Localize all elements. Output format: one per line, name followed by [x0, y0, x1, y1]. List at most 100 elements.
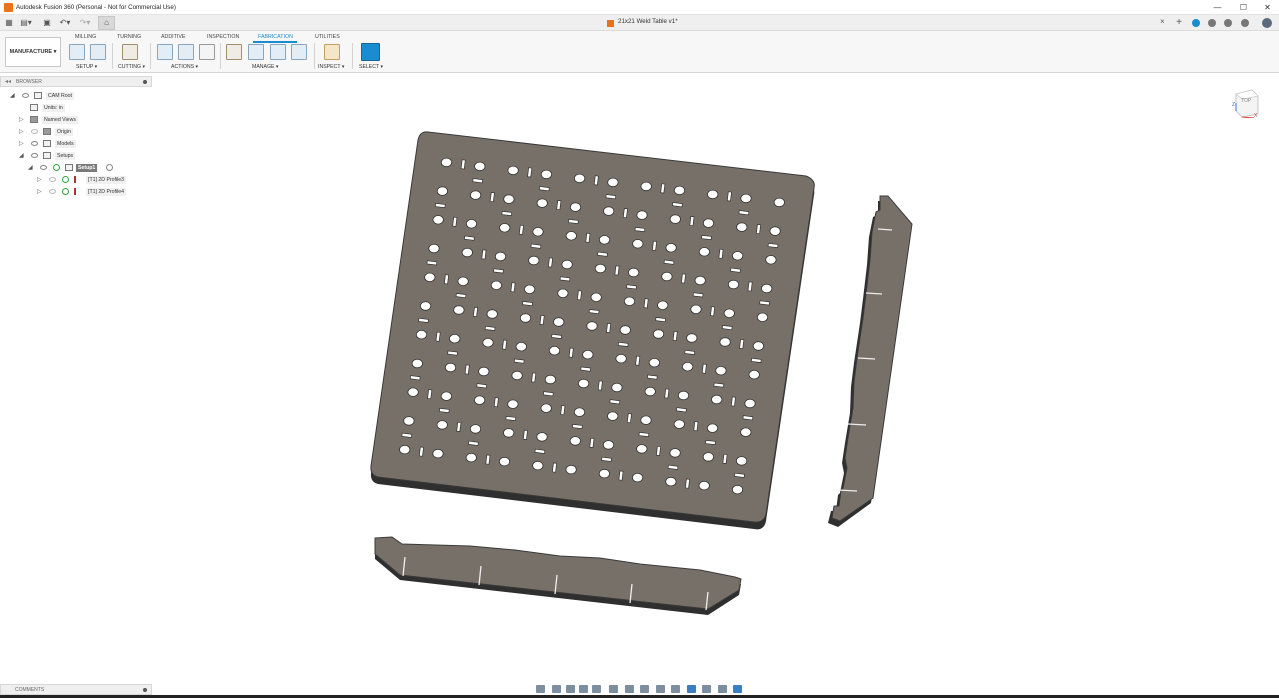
simulation-icon[interactable] — [671, 685, 680, 693]
weld-table-plate[interactable] — [370, 131, 815, 530]
plate-round-hole — [536, 198, 548, 208]
plate-round-hole — [644, 386, 656, 397]
plate-round-hole — [748, 370, 760, 380]
zoom-icon[interactable] — [579, 685, 588, 693]
viewcube[interactable]: TOP Z X — [1232, 88, 1260, 118]
plate-round-hole — [669, 448, 681, 458]
plate-round-hole — [403, 416, 415, 426]
plate-horizontal-slot — [705, 439, 716, 446]
plate-round-hole — [631, 472, 644, 483]
plate-horizontal-slot — [638, 431, 650, 438]
plate-vertical-slot — [510, 282, 516, 293]
plate-horizontal-slot — [426, 260, 438, 266]
viewcube-z-axis-label: Z — [1232, 102, 1235, 108]
plate-vertical-slot — [502, 339, 508, 350]
plate-round-hole — [469, 424, 482, 434]
pan-hand-icon[interactable] — [566, 685, 575, 693]
view-layout-icon[interactable] — [656, 685, 665, 693]
section-analysis-icon[interactable] — [718, 685, 727, 693]
plate-vertical-slot — [655, 445, 662, 456]
plate-round-hole — [603, 206, 615, 216]
plate-round-hole — [744, 398, 756, 409]
plate-round-hole — [436, 420, 448, 430]
plate-horizontal-slot — [734, 472, 745, 478]
orbit-move-icon[interactable] — [536, 685, 545, 693]
grid-settings-icon[interactable] — [625, 685, 634, 693]
plate-round-hole — [507, 165, 519, 176]
measure-tool-icon[interactable] — [702, 685, 711, 693]
plate-vertical-slot — [597, 380, 603, 391]
plate-round-hole — [611, 382, 623, 393]
plate-round-hole — [657, 300, 669, 311]
right-side-rail[interactable] — [828, 195, 913, 527]
plate-horizontal-slot — [672, 202, 683, 208]
plate-horizontal-slot — [713, 382, 725, 388]
viewports-icon[interactable] — [640, 685, 649, 693]
plate-round-hole — [411, 358, 423, 369]
plate-round-hole — [598, 468, 611, 479]
plate-horizontal-slot — [438, 407, 450, 414]
plate-vertical-slot — [684, 478, 691, 489]
plate-round-hole — [444, 362, 457, 373]
plate-horizontal-slot — [721, 325, 733, 331]
plate-horizontal-slot — [447, 350, 458, 356]
plate-round-hole — [735, 456, 748, 466]
plate-round-hole — [769, 226, 781, 236]
plate-round-hole — [607, 411, 619, 421]
plate-vertical-slot — [456, 421, 462, 432]
plate-round-hole — [482, 338, 494, 348]
comments-panel-header: COMMENTS — [0, 684, 152, 695]
plate-vertical-slot — [418, 446, 424, 457]
plate-vertical-slot — [755, 224, 762, 235]
plate-round-hole — [736, 222, 748, 232]
plate-round-hole — [490, 280, 502, 291]
plate-horizontal-slot — [617, 341, 629, 347]
look-at-icon[interactable] — [552, 685, 561, 693]
plate-round-hole — [761, 283, 773, 294]
plate-round-hole — [532, 460, 544, 471]
plate-round-hole — [619, 325, 631, 335]
plate-round-hole — [503, 428, 515, 438]
zoom-window-icon[interactable] — [592, 685, 601, 693]
plate-round-hole — [486, 309, 498, 319]
plate-horizontal-slot — [538, 186, 550, 192]
model-viewport[interactable] — [0, 0, 1279, 698]
plate-vertical-slot — [664, 388, 670, 399]
plate-vertical-slot — [547, 257, 554, 268]
plate-horizontal-slot — [588, 309, 600, 315]
plate-vertical-slot — [472, 306, 479, 318]
plate-horizontal-slot — [455, 293, 467, 299]
display-settings-icon[interactable] — [609, 685, 618, 693]
viewcube-face-label: TOP — [1241, 98, 1252, 104]
plate-round-hole — [469, 190, 482, 200]
plate-vertical-slot — [568, 347, 574, 358]
plate-round-hole — [523, 284, 536, 295]
plate-vertical-slot — [635, 355, 641, 366]
plate-round-hole — [436, 186, 448, 196]
plate-round-hole — [548, 346, 561, 356]
plate-horizontal-slot — [551, 333, 562, 339]
plate-round-hole — [457, 276, 469, 287]
plate-vertical-slot — [539, 314, 545, 326]
plate-round-hole — [756, 312, 769, 323]
plate-round-hole — [565, 231, 577, 241]
plate-horizontal-slot — [663, 259, 675, 265]
plate-vertical-slot — [460, 159, 466, 170]
plate-vertical-slot — [618, 470, 624, 481]
plate-round-hole — [399, 444, 411, 455]
plate-horizontal-slot — [609, 399, 621, 405]
environment-icon[interactable] — [687, 685, 696, 693]
plate-round-hole — [565, 464, 577, 475]
plate-round-hole — [540, 403, 552, 413]
plate-horizontal-slot — [505, 415, 517, 422]
comments-add-icon[interactable] — [143, 688, 147, 692]
plate-vertical-slot — [730, 396, 736, 407]
plate-vertical-slot — [747, 281, 753, 292]
camera-icon[interactable] — [733, 685, 742, 693]
plate-vertical-slot — [531, 372, 537, 383]
plate-vertical-slot — [560, 405, 566, 416]
plate-round-hole — [507, 399, 519, 409]
plate-round-hole — [590, 292, 602, 303]
plate-round-hole — [665, 243, 677, 253]
bottom-side-rail[interactable] — [374, 536, 742, 615]
